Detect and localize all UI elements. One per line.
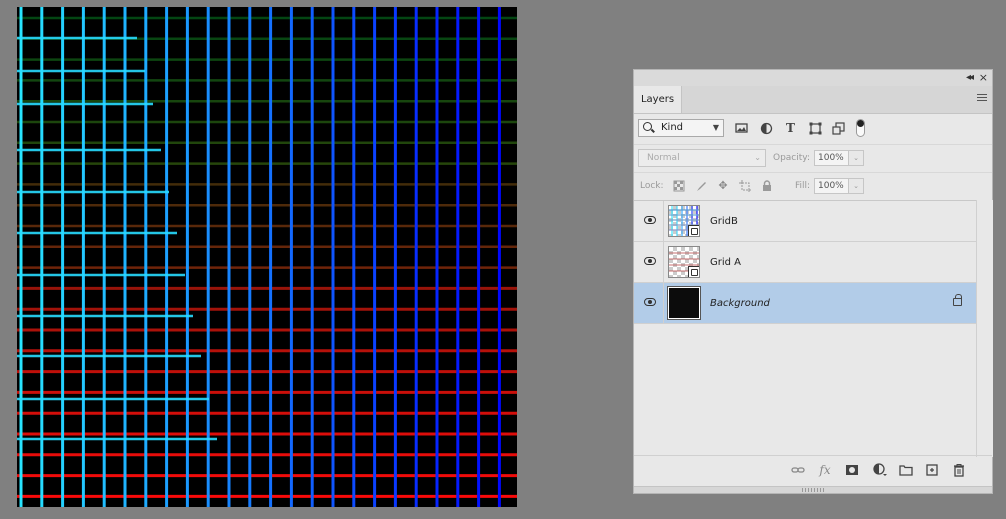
visibility-eye-icon[interactable] bbox=[644, 216, 656, 224]
layer-thumbnail bbox=[668, 246, 700, 278]
panel-title-strip: ◂◂ × bbox=[634, 70, 992, 87]
fx-icon[interactable]: fx bbox=[818, 463, 832, 477]
layer-row-grid-a[interactable]: Grid A bbox=[634, 242, 976, 283]
resize-grip-icon[interactable] bbox=[802, 488, 824, 492]
collapse-icon[interactable]: ◂◂ bbox=[966, 71, 974, 85]
close-icon[interactable]: × bbox=[979, 71, 988, 85]
fill-dropdown[interactable]: ⌄ bbox=[849, 178, 864, 194]
new-layer-icon[interactable] bbox=[925, 463, 939, 477]
adjustment-filter-icon[interactable] bbox=[760, 122, 773, 135]
new-group-icon[interactable] bbox=[899, 463, 913, 477]
chevron-down-icon: ▼ bbox=[712, 123, 719, 132]
layer-name[interactable]: Grid A bbox=[710, 242, 741, 283]
panel-resize-edge[interactable] bbox=[634, 486, 992, 493]
layer-thumbnail bbox=[667, 286, 701, 320]
blend-mode-select[interactable]: Normal ⌄ bbox=[638, 149, 766, 167]
blend-row: Normal ⌄ Opacity: 100% ⌄ bbox=[634, 144, 992, 173]
search-icon bbox=[643, 122, 652, 131]
document-canvas[interactable] bbox=[17, 7, 517, 507]
layer-row-background[interactable]: Background bbox=[634, 283, 976, 324]
opacity-input[interactable]: 100% bbox=[814, 150, 849, 166]
visibility-eye-icon[interactable] bbox=[644, 257, 656, 265]
layer-name[interactable]: Background bbox=[710, 283, 770, 324]
panel-menu-icon[interactable] bbox=[977, 94, 987, 104]
opacity-label: Opacity: bbox=[773, 153, 810, 163]
layer-row-gridb[interactable]: GridB bbox=[634, 201, 976, 242]
lock-position-icon[interactable]: ✥ bbox=[717, 180, 729, 192]
panel-tab-bar: Layers bbox=[634, 86, 992, 114]
lock-all-icon[interactable] bbox=[761, 180, 773, 192]
shape-filter-icon[interactable] bbox=[809, 122, 822, 135]
filter-kind-label: Kind bbox=[661, 122, 684, 133]
smart-object-badge-icon bbox=[688, 225, 699, 236]
smart-object-filter-icon[interactable] bbox=[832, 122, 845, 135]
fill-input[interactable]: 100% bbox=[814, 178, 849, 194]
type-filter-icon[interactable]: T bbox=[784, 122, 797, 135]
link-layers-icon[interactable] bbox=[791, 463, 805, 477]
lock-artboard-icon[interactable] bbox=[739, 180, 751, 192]
blend-mode-value: Normal bbox=[647, 153, 680, 163]
chevron-down-icon: ⌄ bbox=[754, 153, 761, 162]
visibility-eye-icon[interactable] bbox=[644, 298, 656, 306]
layer-lock-icon bbox=[953, 294, 962, 306]
filter-kind-select[interactable]: Kind ▼ bbox=[638, 119, 724, 137]
grid-artwork bbox=[17, 7, 517, 507]
opacity-dropdown[interactable]: ⌄ bbox=[849, 150, 864, 166]
lock-row: Lock: ✥ Fill: 100% ⌄ bbox=[634, 172, 992, 201]
layer-filter-row: Kind ▼ T bbox=[634, 114, 992, 145]
layers-scrollbar[interactable] bbox=[976, 200, 993, 457]
lock-transparent-icon[interactable] bbox=[673, 180, 685, 192]
delete-icon[interactable] bbox=[952, 463, 966, 477]
fill-label: Fill: bbox=[795, 181, 811, 191]
tab-layers[interactable]: Layers bbox=[634, 86, 682, 113]
adjustment-layer-icon[interactable] bbox=[873, 463, 887, 477]
lock-label: Lock: bbox=[640, 181, 664, 191]
filter-toggle[interactable] bbox=[856, 119, 865, 137]
smart-object-badge-icon bbox=[688, 266, 699, 277]
layers-panel: ◂◂ × Layers Kind ▼ T Normal ⌄ Opacity: 1… bbox=[633, 69, 993, 494]
layer-name[interactable]: GridB bbox=[710, 201, 738, 242]
image-filter-icon[interactable] bbox=[735, 122, 748, 135]
layer-thumbnail bbox=[668, 205, 700, 237]
add-mask-icon[interactable] bbox=[845, 463, 859, 477]
layers-bottom-toolbar: fx bbox=[634, 455, 992, 484]
lock-pixels-icon[interactable] bbox=[695, 180, 707, 192]
